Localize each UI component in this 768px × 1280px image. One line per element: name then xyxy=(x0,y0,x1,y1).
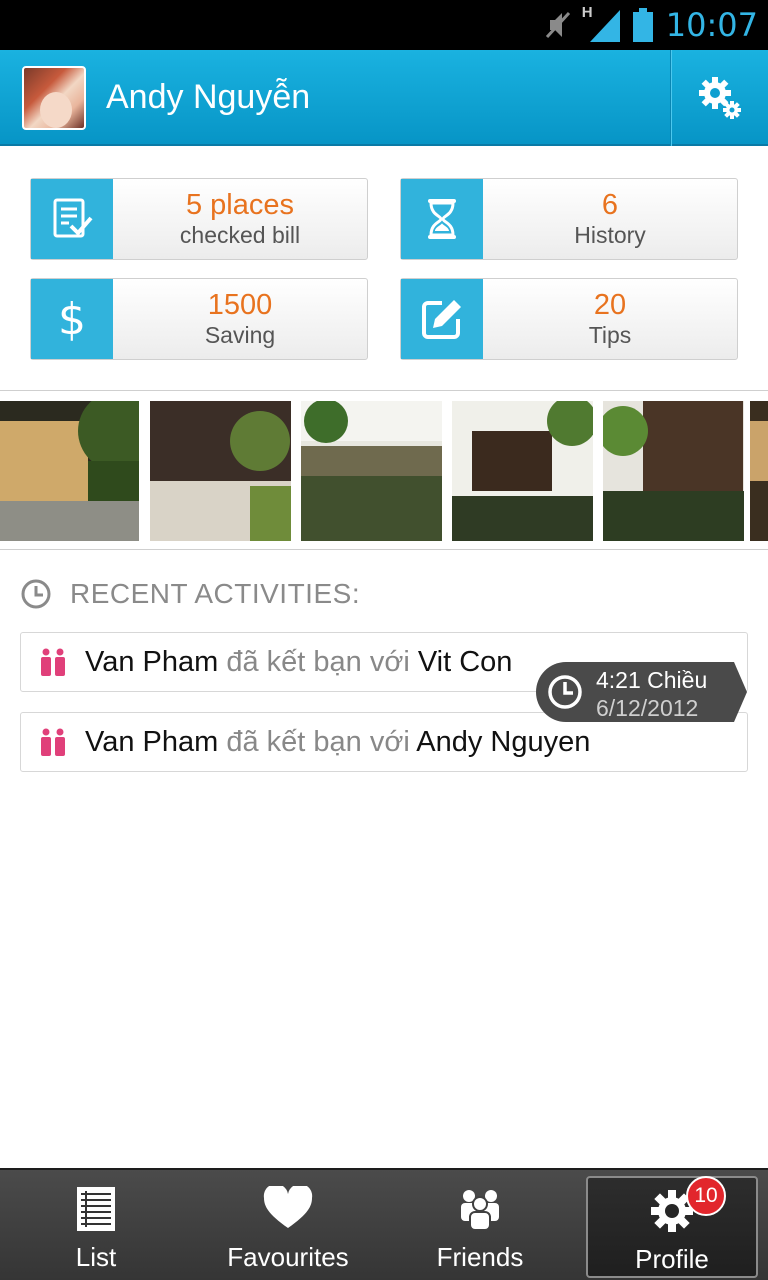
activity-actor[interactable]: Van Pham xyxy=(85,726,218,758)
photo-thumbnail[interactable] xyxy=(301,401,442,541)
signal-icon: H xyxy=(582,4,620,42)
user-name: Andy Nguyễn xyxy=(106,78,311,116)
clock-icon xyxy=(21,579,51,609)
stat-label: checked bill xyxy=(179,222,301,248)
stat-card-history[interactable]: 6 History xyxy=(400,178,738,260)
checklist-icon xyxy=(31,179,113,259)
photo-thumbnail[interactable] xyxy=(750,401,768,541)
status-icons: H 10:07 xyxy=(544,4,758,46)
recent-activities-title: RECENT ACTIVITIES: xyxy=(70,578,361,609)
photo-thumbnail[interactable] xyxy=(452,401,593,541)
settings-button[interactable] xyxy=(670,50,768,146)
tab-profile[interactable]: 10 Profile xyxy=(586,1176,758,1278)
activity-verb: đã kết bạn với xyxy=(226,725,410,758)
timestamp-date: 6/12/2012 xyxy=(596,695,699,721)
timestamp-time: 4:21 Chiều xyxy=(596,667,708,693)
friends-pair-icon xyxy=(21,728,85,756)
list-icon xyxy=(0,1186,192,1236)
edit-icon xyxy=(401,279,483,359)
settings-gears-icon xyxy=(698,77,741,119)
mute-icon xyxy=(545,11,570,39)
photo-strip[interactable] xyxy=(0,390,768,550)
tab-label: Favourites xyxy=(227,1242,349,1272)
timestamp-badge: 4:21 Chiều 6/12/2012 xyxy=(536,662,748,722)
stat-label: History xyxy=(574,222,646,248)
tab-friends[interactable]: Friends xyxy=(384,1170,576,1280)
activity-actor[interactable]: Van Pham xyxy=(85,646,218,678)
heart-icon xyxy=(192,1186,384,1236)
avatar[interactable] xyxy=(22,66,86,130)
stat-card-checked-bill[interactable]: 5 places checked bill xyxy=(30,178,368,260)
stat-label: Saving xyxy=(204,322,276,348)
gear-icon xyxy=(588,1188,756,1238)
stat-value: 1500 xyxy=(207,289,273,321)
friends-icon xyxy=(384,1186,576,1236)
tab-favourites[interactable]: Favourites xyxy=(192,1170,384,1280)
photo-thumbnail[interactable] xyxy=(0,401,139,541)
network-type-label: H xyxy=(581,4,593,21)
stat-value: 5 places xyxy=(185,189,294,221)
stat-value: 20 xyxy=(593,289,627,321)
activity-target[interactable]: Andy Nguyen xyxy=(416,726,590,758)
tab-label: Profile xyxy=(635,1244,709,1274)
battery-icon xyxy=(632,8,653,42)
activity-verb: đã kết bạn với xyxy=(226,645,410,678)
stat-card-saving[interactable]: $ 1500 Saving xyxy=(30,278,368,360)
hourglass-icon xyxy=(401,179,483,259)
stat-label: Tips xyxy=(588,322,632,348)
activity-target[interactable]: Vit Con xyxy=(418,646,513,678)
tab-label: List xyxy=(75,1242,117,1272)
clock: 10:07 xyxy=(665,6,758,44)
tab-list[interactable]: List xyxy=(0,1170,192,1280)
bottom-nav: List Favourites Friends 10 Profile xyxy=(0,1168,768,1280)
friends-pair-icon xyxy=(21,648,85,676)
clock-icon xyxy=(548,675,582,709)
photo-thumbnail[interactable] xyxy=(603,401,744,541)
profile-header: Andy Nguyễn xyxy=(0,50,768,146)
recent-activities-header: RECENT ACTIVITIES: xyxy=(20,578,360,610)
stat-value: 6 xyxy=(601,189,619,221)
photo-thumbnail[interactable] xyxy=(150,401,291,541)
notification-badge: 10 xyxy=(686,1176,726,1216)
status-bar: H 10:07 xyxy=(0,0,768,50)
tab-label: Friends xyxy=(436,1242,524,1272)
dollar-icon: $ xyxy=(31,279,113,359)
stat-card-tips[interactable]: 20 Tips xyxy=(400,278,738,360)
